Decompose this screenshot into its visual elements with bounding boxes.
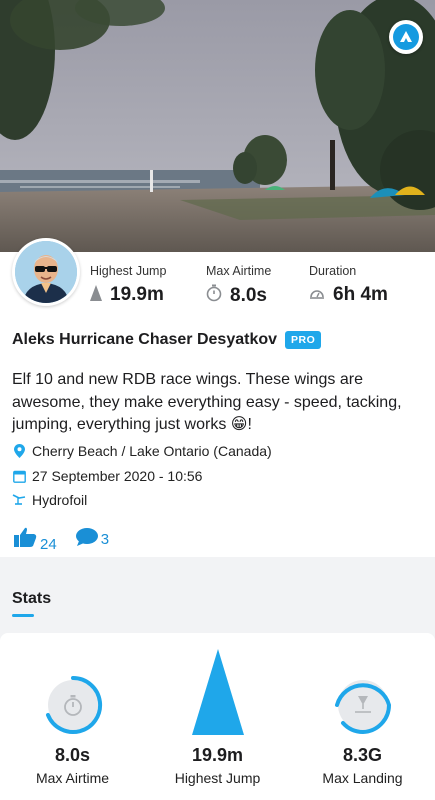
- highest-jump-value: 19.9m: [110, 284, 164, 305]
- stat-max-landing[interactable]: 8.3G Max Landing: [290, 633, 435, 786]
- jump-height-triangle: [191, 649, 244, 735]
- stat-highest-jump-label: Highest Jump: [174, 770, 261, 786]
- location-row[interactable]: Cherry Beach / Lake Ontario (Canada): [12, 443, 272, 459]
- highest-jump-metric: Highest Jump 19.9m: [90, 264, 166, 306]
- hydrofoil-icon: [12, 494, 26, 506]
- stat-highest-jump-value: 19.9m: [191, 745, 244, 765]
- highest-jump-label: Highest Jump: [90, 264, 167, 278]
- clock-icon: [309, 285, 325, 306]
- likes-count: 24: [40, 536, 57, 553]
- location-pin-icon: [12, 444, 26, 458]
- location-text: Cherry Beach / Lake Ontario (Canada): [32, 443, 272, 459]
- max-airtime-metric: Max Airtime 8.0s: [206, 264, 271, 307]
- pro-badge: PRO: [285, 331, 322, 349]
- comment-button[interactable]: 3: [75, 527, 109, 552]
- stats-card: 8.0s Max Airtime 19.9m Highest Jump 8.3G…: [0, 633, 435, 800]
- tab-stats-indicator: [12, 614, 34, 617]
- sport-text: Hydrofoil: [32, 492, 88, 508]
- comment-bubble-icon: [75, 527, 99, 552]
- session-card: Highest Jump 19.9m Max Airtime 8.0s Dura…: [0, 238, 435, 557]
- date-text: 27 September 2020 - 10:56: [32, 468, 203, 484]
- rider-name-row: Aleks Hurricane Chaser Desyatkov PRO: [12, 331, 322, 349]
- duration-label: Duration: [309, 264, 357, 278]
- stat-max-airtime-value: 8.0s: [54, 745, 91, 765]
- rider-name[interactable]: Aleks Hurricane Chaser Desyatkov: [12, 331, 277, 349]
- sport-row: Hydrofoil: [12, 492, 87, 508]
- max-airtime-value: 8.0s: [230, 284, 267, 306]
- thumbs-up-icon: [12, 526, 38, 553]
- stopwatch-icon: [206, 284, 222, 307]
- avatar[interactable]: [12, 238, 80, 306]
- max-airtime-label: Max Airtime: [206, 264, 272, 278]
- duration-metric: Duration 6h 4m: [309, 264, 388, 306]
- calendar-icon: [12, 470, 26, 483]
- stat-max-landing-label: Max Landing: [322, 770, 403, 786]
- stat-max-landing-value: 8.3G: [342, 745, 383, 765]
- tab-stats[interactable]: Stats: [12, 590, 51, 608]
- like-button[interactable]: 24: [12, 526, 57, 553]
- duration-value: 6h 4m: [333, 284, 388, 305]
- jump-icon: [90, 284, 102, 306]
- session-photo[interactable]: [0, 0, 435, 252]
- kite-app-logo-icon: [393, 24, 419, 50]
- stat-max-airtime-label: Max Airtime: [35, 770, 110, 786]
- brand-logo-button[interactable]: [389, 20, 423, 54]
- session-description: Elf 10 and new RDB race wings. These win…: [12, 371, 402, 433]
- stat-max-airtime[interactable]: 8.0s Max Airtime: [0, 633, 145, 786]
- social-actions: 24 3: [12, 526, 109, 553]
- stat-highest-jump[interactable]: 19.9m Highest Jump: [145, 633, 290, 786]
- date-row: 27 September 2020 - 10:56: [12, 468, 202, 484]
- comments-count: 3: [100, 531, 110, 548]
